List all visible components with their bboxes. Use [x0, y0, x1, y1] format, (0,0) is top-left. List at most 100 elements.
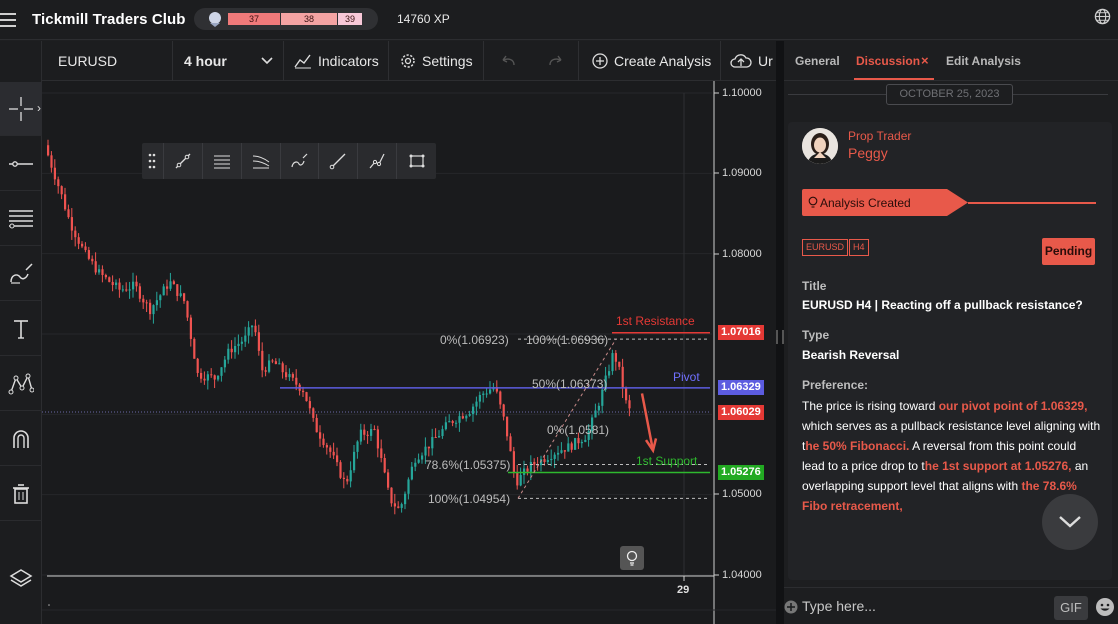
- horizontal-line-tool[interactable]: [0, 137, 42, 191]
- symbol-selector[interactable]: EURUSD: [42, 41, 173, 81]
- magnet-tool[interactable]: [0, 412, 42, 466]
- current-price-flag: 1.06029: [718, 405, 764, 420]
- drawing-floating-toolbar: [142, 143, 436, 179]
- delete-tool[interactable]: [0, 467, 42, 521]
- ray-icon[interactable]: [319, 143, 359, 179]
- fib-levels-tool[interactable]: [0, 192, 42, 246]
- candle: [410, 466, 413, 480]
- candle: [421, 455, 424, 460]
- candle: [329, 447, 332, 452]
- candle: [553, 454, 556, 459]
- text-tool[interactable]: [0, 302, 42, 356]
- candle: [57, 179, 60, 187]
- candle: [434, 437, 437, 439]
- plus-circle-icon[interactable]: [784, 600, 798, 614]
- gif-button[interactable]: GIF: [1054, 596, 1088, 620]
- app-title: Tickmill Traders Club: [32, 11, 186, 28]
- candle: [247, 327, 250, 336]
- candle: [455, 422, 458, 424]
- candle: [285, 372, 288, 378]
- candle: [176, 284, 179, 296]
- candle: [461, 416, 464, 419]
- timeframe-dropdown[interactable]: 4 hour: [173, 41, 284, 81]
- candle: [206, 374, 209, 381]
- price-chart[interactable]: 1.10000 1.09000 1.08000 1.05000 1.04000 …: [42, 81, 776, 624]
- expand-chevron-icon[interactable]: ›: [37, 101, 41, 115]
- brush-icon: [10, 262, 33, 284]
- candle: [108, 277, 111, 282]
- close-tab-icon[interactable]: ×: [921, 53, 929, 68]
- fib-channel-icon[interactable]: [242, 143, 281, 179]
- candle: [254, 325, 257, 333]
- candle: [64, 194, 67, 210]
- trendline-icon[interactable]: [164, 143, 203, 179]
- pivot-price-flag: 1.06329: [718, 380, 764, 395]
- rank-badge-icon: [209, 12, 221, 27]
- tab-general[interactable]: General: [795, 54, 840, 68]
- analysis-card: Prop Trader Peggy Analysis Created EURUS…: [788, 122, 1112, 580]
- candle: [234, 346, 237, 353]
- candle: [431, 437, 434, 449]
- message-input[interactable]: [802, 596, 1052, 616]
- candle: [370, 429, 373, 436]
- candle: [597, 405, 600, 411]
- emoji-icon[interactable]: [1095, 597, 1115, 617]
- candle: [121, 289, 124, 291]
- upload-button[interactable]: Ur: [721, 41, 776, 81]
- fib-retracement-icon[interactable]: [203, 143, 242, 179]
- candle: [601, 389, 604, 406]
- candle: [393, 503, 396, 507]
- x-axis-label: 29: [677, 584, 690, 596]
- layers-tool[interactable]: [0, 551, 42, 605]
- tab-edit-analysis[interactable]: Edit Analysis: [946, 54, 1021, 68]
- brush-icon[interactable]: [281, 143, 320, 179]
- menu-icon[interactable]: [0, 10, 16, 30]
- create-analysis-button[interactable]: Create Analysis: [583, 41, 721, 81]
- candle: [172, 281, 175, 285]
- tab-discussion[interactable]: Discussion: [856, 54, 920, 68]
- settings-button[interactable]: Settings: [389, 41, 484, 81]
- redo-icon[interactable]: [548, 55, 564, 67]
- candle: [465, 415, 468, 419]
- candle: [81, 243, 84, 247]
- globe-icon[interactable]: [1094, 8, 1111, 25]
- symbol-label: EURUSD: [58, 53, 118, 69]
- indicators-button[interactable]: Indicators: [284, 41, 389, 81]
- candle: [47, 145, 50, 156]
- candle: [546, 460, 549, 462]
- candle: [271, 360, 274, 362]
- type-value: Bearish Reversal: [802, 348, 900, 362]
- undo-redo-group: [484, 41, 579, 81]
- candle: [478, 395, 481, 402]
- author-name[interactable]: Peggy: [848, 145, 888, 161]
- panel-resize-handle[interactable]: [776, 41, 784, 624]
- candle: [220, 367, 223, 376]
- timeframe-tag: H4: [849, 239, 869, 256]
- crosshair-icon: [9, 96, 33, 121]
- lightbulb-icon[interactable]: [620, 546, 644, 570]
- scroll-down-button[interactable]: [1042, 494, 1098, 550]
- drag-handle-icon[interactable]: [142, 143, 164, 179]
- candle: [268, 360, 271, 372]
- candle: [424, 446, 427, 456]
- candle: [149, 302, 152, 315]
- path-icon[interactable]: [358, 143, 398, 179]
- candle: [594, 410, 597, 418]
- rectangle-icon[interactable]: [397, 143, 436, 179]
- candle: [584, 439, 587, 442]
- avatar[interactable]: [802, 128, 838, 164]
- candle: [363, 429, 366, 435]
- banner-line: [968, 202, 1096, 204]
- candle: [251, 325, 254, 328]
- candle: [87, 250, 90, 259]
- resistance-price-flag: 1.07016: [718, 325, 764, 340]
- candle: [98, 269, 101, 273]
- crosshair-tool[interactable]: ›: [0, 82, 42, 136]
- candle: [274, 361, 277, 365]
- upload-label: Ur: [758, 53, 773, 69]
- brush-tool[interactable]: [0, 247, 42, 301]
- candle: [101, 269, 104, 276]
- undo-icon[interactable]: [500, 55, 516, 67]
- fib-label: 0%(1.0581): [547, 423, 610, 437]
- pattern-tool[interactable]: [0, 357, 42, 411]
